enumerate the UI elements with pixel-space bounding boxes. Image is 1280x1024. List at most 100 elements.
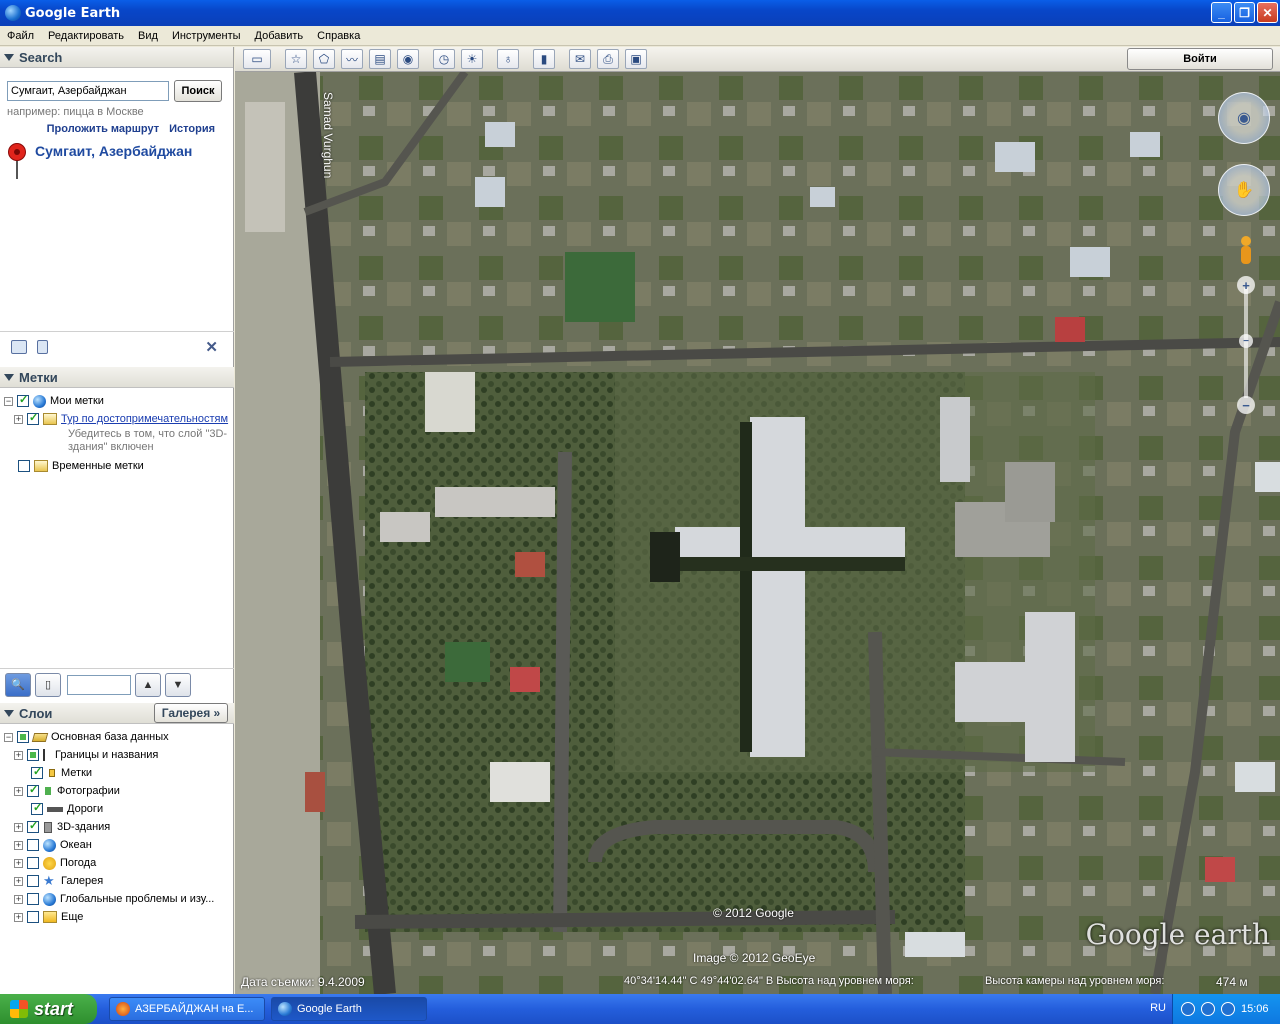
search-places-icon[interactable]: 🔍 (5, 672, 31, 697)
expand-icon[interactable]: + (14, 858, 23, 868)
menu-view[interactable]: Вид (131, 30, 165, 42)
minimize-button[interactable]: _ (1211, 2, 1232, 23)
checkbox[interactable] (27, 857, 39, 869)
language-indicator[interactable]: RU (1150, 1002, 1166, 1014)
checkbox[interactable] (27, 911, 39, 923)
zoom-thumb[interactable]: − (1239, 334, 1253, 348)
layer-row[interactable]: + ★ Галерея (0, 872, 234, 890)
layer-row[interactable]: + Океан (0, 836, 234, 854)
directions-link[interactable]: Проложить маршрут (47, 123, 159, 135)
email-icon[interactable]: ✉ (569, 49, 591, 69)
checkbox[interactable] (27, 839, 39, 851)
expand-icon[interactable]: + (14, 750, 23, 760)
expand-icon[interactable]: + (14, 912, 23, 922)
tray-volume-icon[interactable] (1221, 1002, 1235, 1016)
layer-row[interactable]: + Границы и названия (0, 746, 234, 764)
checkbox[interactable] (27, 411, 39, 425)
collapse-triangle-icon[interactable] (4, 709, 14, 717)
layer-row[interactable]: Метки (0, 764, 234, 782)
menu-help[interactable]: Справка (310, 30, 367, 42)
login-button[interactable]: Войти (1127, 48, 1273, 70)
layer-row[interactable]: + Еще (0, 908, 234, 926)
map-view[interactable]: Samad Vurghun © 2012 Google Image © 2012… (235, 72, 1280, 994)
zoom-in-icon[interactable]: + (1237, 276, 1255, 294)
print-icon[interactable]: ⎙ (597, 49, 619, 69)
save-image-icon[interactable]: ▣ (625, 49, 647, 69)
copy-icon[interactable] (37, 339, 48, 354)
checkbox[interactable] (27, 875, 39, 887)
checkbox[interactable] (31, 765, 43, 779)
toggle-sidebar-icon[interactable]: ▭ (243, 49, 271, 69)
tree-row-temporary[interactable]: Временные метки (0, 457, 234, 475)
move-control-hand-icon[interactable]: ✋ (1218, 164, 1270, 216)
maximize-button[interactable]: ❐ (1234, 2, 1255, 23)
places-filter-input[interactable] (67, 674, 131, 695)
zoom-slider[interactable]: + − − (1237, 276, 1255, 414)
ruler-icon[interactable]: ▮ (533, 49, 555, 69)
street-view-pegman-icon[interactable] (1239, 236, 1253, 266)
expand-icon[interactable]: + (14, 894, 23, 904)
planets-icon[interactable]: ♁ (497, 49, 519, 69)
layer-row[interactable]: + Глобальные проблемы и изу... (0, 890, 234, 908)
add-path-icon[interactable]: 〰 (341, 49, 363, 69)
expand-icon[interactable]: + (14, 414, 23, 424)
search-input[interactable] (7, 81, 169, 101)
menu-edit[interactable]: Редактировать (41, 30, 131, 42)
start-button[interactable]: start (0, 994, 97, 1024)
expand-icon[interactable]: + (14, 840, 23, 850)
search-result-title[interactable]: Сумгаит, Азербайджан (35, 143, 192, 159)
close-button[interactable]: ✕ (1257, 2, 1278, 23)
checkbox[interactable] (27, 893, 39, 905)
checkbox[interactable] (27, 819, 39, 833)
checkbox[interactable] (31, 801, 43, 815)
checkbox[interactable] (27, 749, 39, 761)
expand-icon[interactable]: + (14, 822, 23, 832)
search-result-item[interactable]: Сумгаит, Азербайджан (0, 135, 233, 179)
record-tour-icon[interactable]: ◉ (397, 49, 419, 69)
collapse-triangle-icon[interactable] (4, 53, 14, 61)
collapse-icon[interactable]: − (4, 396, 13, 406)
expand-icon[interactable]: + (14, 876, 23, 886)
historical-imagery-icon[interactable]: ◷ (433, 49, 455, 69)
taskbar-item-google-earth[interactable]: Google Earth (271, 997, 427, 1021)
history-link[interactable]: История (169, 123, 215, 135)
checkbox[interactable] (17, 393, 29, 407)
layer-row[interactable]: Дороги (0, 800, 234, 818)
add-polygon-icon[interactable]: ⬠ (313, 49, 335, 69)
tour-link[interactable]: Тур по достопримечательностям (61, 413, 228, 425)
collapse-icon[interactable]: − (4, 732, 13, 742)
layers-panel-header[interactable]: Слои Галерея » (0, 703, 234, 724)
tree-row-my-places[interactable]: − Мои метки (0, 392, 234, 410)
move-down-icon[interactable]: ▼ (165, 672, 191, 697)
search-panel-header[interactable]: Search (0, 47, 233, 68)
panel-toggle-icon[interactable]: ▯ (35, 672, 61, 697)
menu-add[interactable]: Добавить (248, 30, 311, 42)
expand-icon[interactable]: + (14, 786, 23, 796)
look-control-eye-icon[interactable]: ◉ (1218, 92, 1270, 144)
checkbox[interactable] (18, 460, 30, 472)
image-overlay-icon[interactable]: ▤ (369, 49, 391, 69)
tree-row-tour[interactable]: + Тур по достопримечательностям (0, 410, 234, 428)
layer-row[interactable]: − Основная база данных (0, 728, 234, 746)
places-panel-header[interactable]: Метки (0, 367, 234, 388)
menu-file[interactable]: Файл (0, 30, 41, 42)
tray-arrow-icon[interactable] (1181, 1002, 1195, 1016)
checkbox[interactable] (17, 731, 29, 743)
clear-search-icon[interactable]: ✕ (205, 338, 218, 356)
add-placemark-icon[interactable]: ☆ (285, 49, 307, 69)
layer-row[interactable]: + Погода (0, 854, 234, 872)
layer-row[interactable]: + 3D-здания (0, 818, 234, 836)
gallery-button[interactable]: Галерея » (154, 703, 228, 723)
menu-tools[interactable]: Инструменты (165, 30, 248, 42)
sunlight-icon[interactable]: ☀ (461, 49, 483, 69)
move-up-icon[interactable]: ▲ (135, 672, 161, 697)
search-button[interactable]: Поиск (174, 80, 222, 102)
zoom-out-icon[interactable]: − (1237, 396, 1255, 414)
collapse-triangle-icon[interactable] (4, 373, 14, 381)
tray-network-icon[interactable] (1201, 1002, 1215, 1016)
taskbar-item-browser[interactable]: АЗЕРБАЙДЖАН на Е... (109, 997, 265, 1021)
building-icon (44, 821, 52, 833)
layer-row[interactable]: + Фотографии (0, 782, 234, 800)
save-to-places-icon[interactable] (11, 339, 27, 354)
checkbox[interactable] (27, 783, 39, 797)
